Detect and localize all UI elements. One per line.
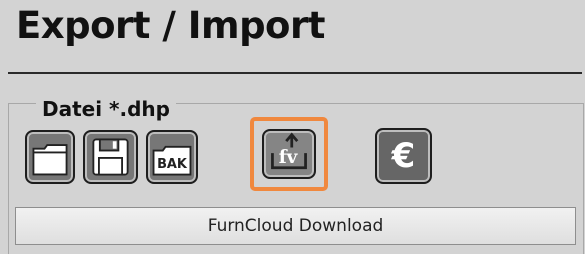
furncloud-upload-button[interactable]: fv <box>262 129 316 179</box>
furncloud-download-button[interactable]: FurnCloud Download <box>15 207 576 245</box>
bak-icon: BAK <box>152 145 192 176</box>
fv-letters: fv <box>279 147 299 168</box>
euro-icon: € <box>391 136 416 176</box>
furncloud-upload-icon: fv <box>271 132 307 170</box>
backup-button[interactable]: BAK <box>146 130 198 184</box>
floppy-disk-icon <box>92 138 129 176</box>
save-file-button[interactable] <box>83 130 138 184</box>
folder-icon <box>32 144 68 176</box>
page-title: Export / Import <box>16 4 325 47</box>
furncloud-upload-highlight: fv <box>250 117 328 191</box>
price-button[interactable]: € <box>375 128 432 184</box>
file-group-label: Datei *.dhp <box>36 97 176 121</box>
bak-icon-text: BAK <box>157 157 188 172</box>
title-divider <box>8 72 582 74</box>
open-file-button[interactable] <box>25 130 75 184</box>
